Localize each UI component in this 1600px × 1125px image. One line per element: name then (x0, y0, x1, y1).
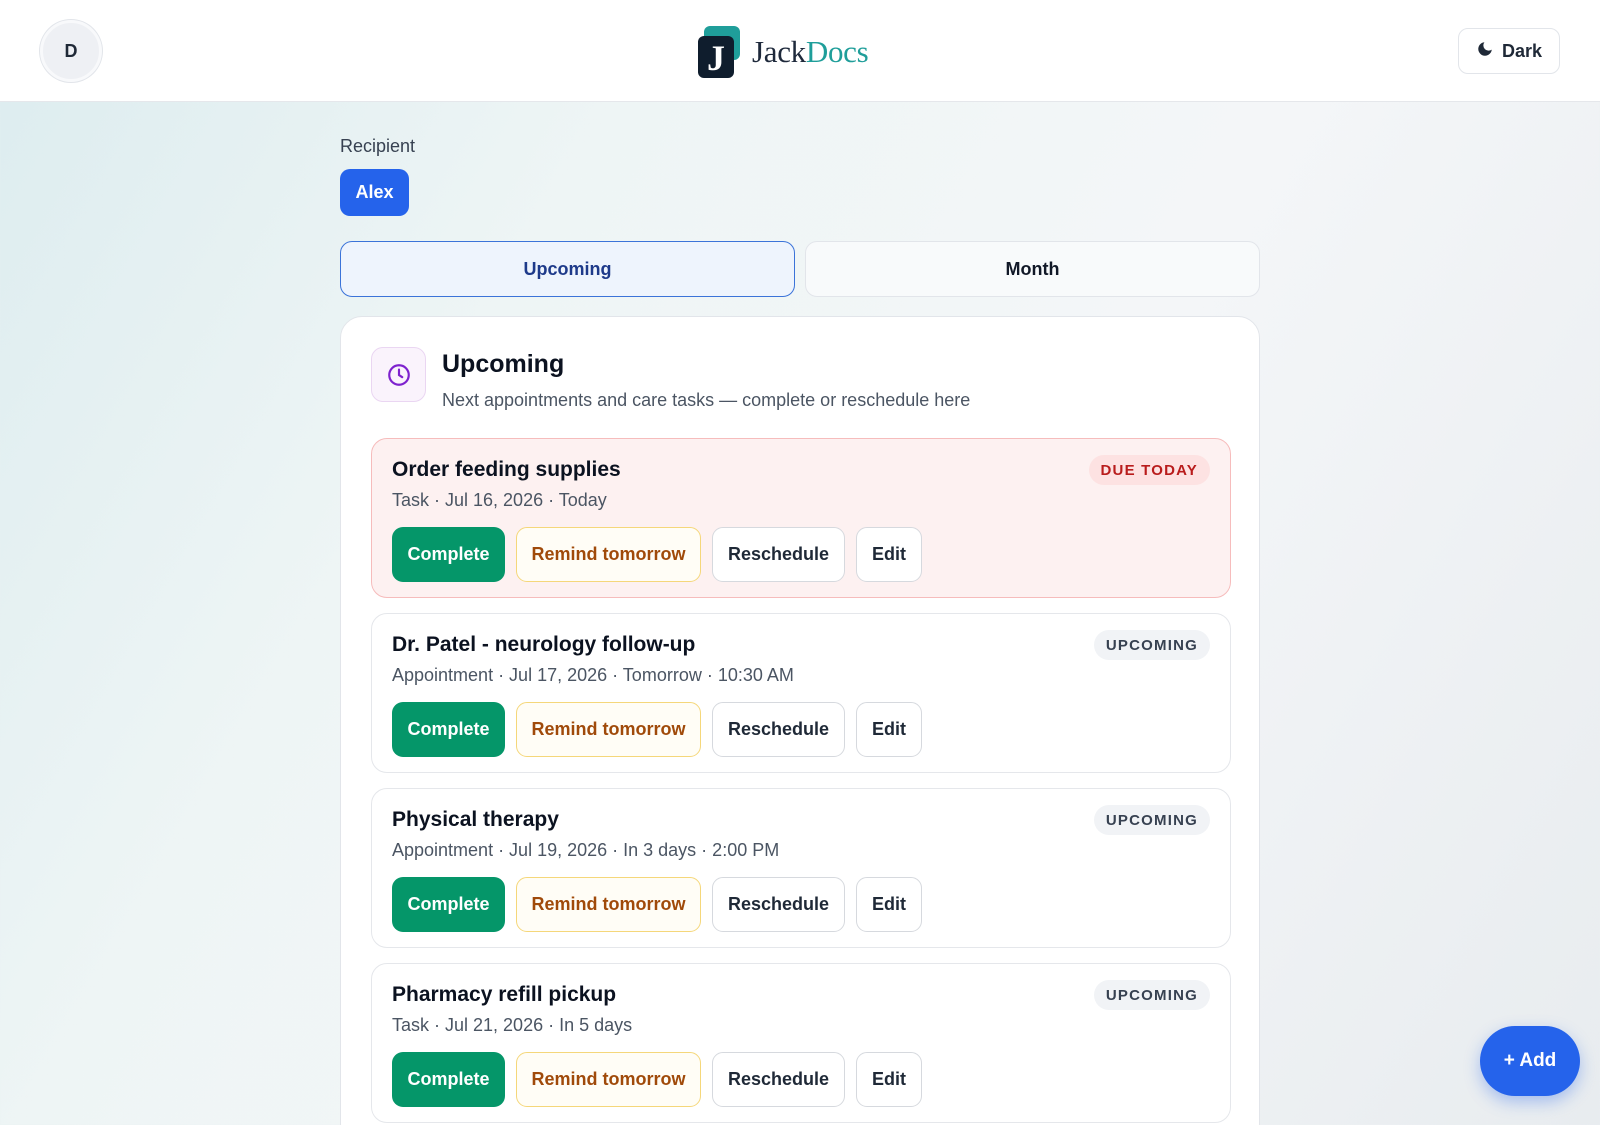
dark-mode-label: Dark (1501, 40, 1543, 61)
item-actions: Complete Remind tomorrow Reschedule Edit (392, 702, 922, 757)
complete-button[interactable]: Complete (392, 1052, 505, 1107)
edit-button[interactable]: Edit (856, 877, 922, 932)
status-badge: UPCOMING (1093, 980, 1210, 1010)
user-avatar[interactable]: D (40, 20, 102, 82)
item-title: Dr. Patel - neurology follow-up (392, 633, 696, 656)
reschedule-button[interactable]: Reschedule (712, 702, 845, 757)
upcoming-list: Order feeding supplies Task · Jul 16, 20… (371, 438, 1231, 1125)
logo-text-primary: Jack (752, 34, 806, 69)
avatar-initial: D (64, 40, 78, 61)
moon-icon (1476, 40, 1494, 63)
logo-wordmark: JackDocs (752, 34, 869, 70)
app-header: D J JackDocs Dark (0, 0, 1600, 102)
complete-button[interactable]: Complete (392, 527, 505, 582)
list-item: Physical therapy Appointment · Jul 19, 2… (371, 788, 1231, 948)
status-badge: UPCOMING (1093, 805, 1210, 835)
upcoming-panel: Upcoming Next appointments and care task… (340, 316, 1260, 1125)
item-meta: Appointment · Jul 17, 2026 · Tomorrow · … (392, 665, 794, 685)
edit-button[interactable]: Edit (856, 527, 922, 582)
item-meta: Appointment · Jul 19, 2026 · In 3 days ·… (392, 840, 780, 860)
item-title: Order feeding supplies (392, 458, 621, 481)
tab-upcoming[interactable]: Upcoming (340, 241, 795, 297)
logo-mark-icon: J (698, 26, 740, 78)
edit-button[interactable]: Edit (856, 1052, 922, 1107)
item-actions: Complete Remind tomorrow Reschedule Edit (392, 877, 922, 932)
item-actions: Complete Remind tomorrow Reschedule Edit (392, 1052, 922, 1107)
status-badge: DUE TODAY (1088, 455, 1210, 485)
clock-icon (371, 347, 426, 402)
tab-month[interactable]: Month (805, 241, 1260, 297)
panel-title: Upcoming (442, 350, 565, 378)
item-title: Pharmacy refill pickup (392, 983, 617, 1006)
logo-text-accent: Docs (805, 34, 869, 69)
list-item: Order feeding supplies Task · Jul 16, 20… (371, 438, 1231, 598)
reschedule-button[interactable]: Reschedule (712, 877, 845, 932)
recipient-label: Recipient (340, 136, 416, 156)
list-item: Pharmacy refill pickup Task · Jul 21, 20… (371, 963, 1231, 1123)
svg-text:J: J (707, 38, 725, 78)
item-meta: Task · Jul 21, 2026 · In 5 days (392, 1015, 633, 1035)
remind-tomorrow-button[interactable]: Remind tomorrow (516, 527, 701, 582)
recipient-chip-alex[interactable]: Alex (340, 169, 409, 216)
item-actions: Complete Remind tomorrow Reschedule Edit (392, 527, 922, 582)
item-meta: Task · Jul 16, 2026 · Today (392, 490, 607, 510)
remind-tomorrow-button[interactable]: Remind tomorrow (516, 702, 701, 757)
reschedule-button[interactable]: Reschedule (712, 1052, 845, 1107)
remind-tomorrow-button[interactable]: Remind tomorrow (516, 877, 701, 932)
status-badge: UPCOMING (1093, 630, 1210, 660)
list-item: Dr. Patel - neurology follow-up Appointm… (371, 613, 1231, 773)
complete-button[interactable]: Complete (392, 702, 505, 757)
item-title: Physical therapy (392, 808, 559, 831)
remind-tomorrow-button[interactable]: Remind tomorrow (516, 1052, 701, 1107)
complete-button[interactable]: Complete (392, 877, 505, 932)
panel-subtitle: Next appointments and care tasks — compl… (442, 390, 971, 410)
add-button[interactable]: + Add (1480, 1026, 1580, 1096)
reschedule-button[interactable]: Reschedule (712, 527, 845, 582)
dark-mode-toggle[interactable]: Dark (1458, 28, 1560, 74)
edit-button[interactable]: Edit (856, 702, 922, 757)
app-logo[interactable]: J JackDocs (698, 26, 869, 78)
